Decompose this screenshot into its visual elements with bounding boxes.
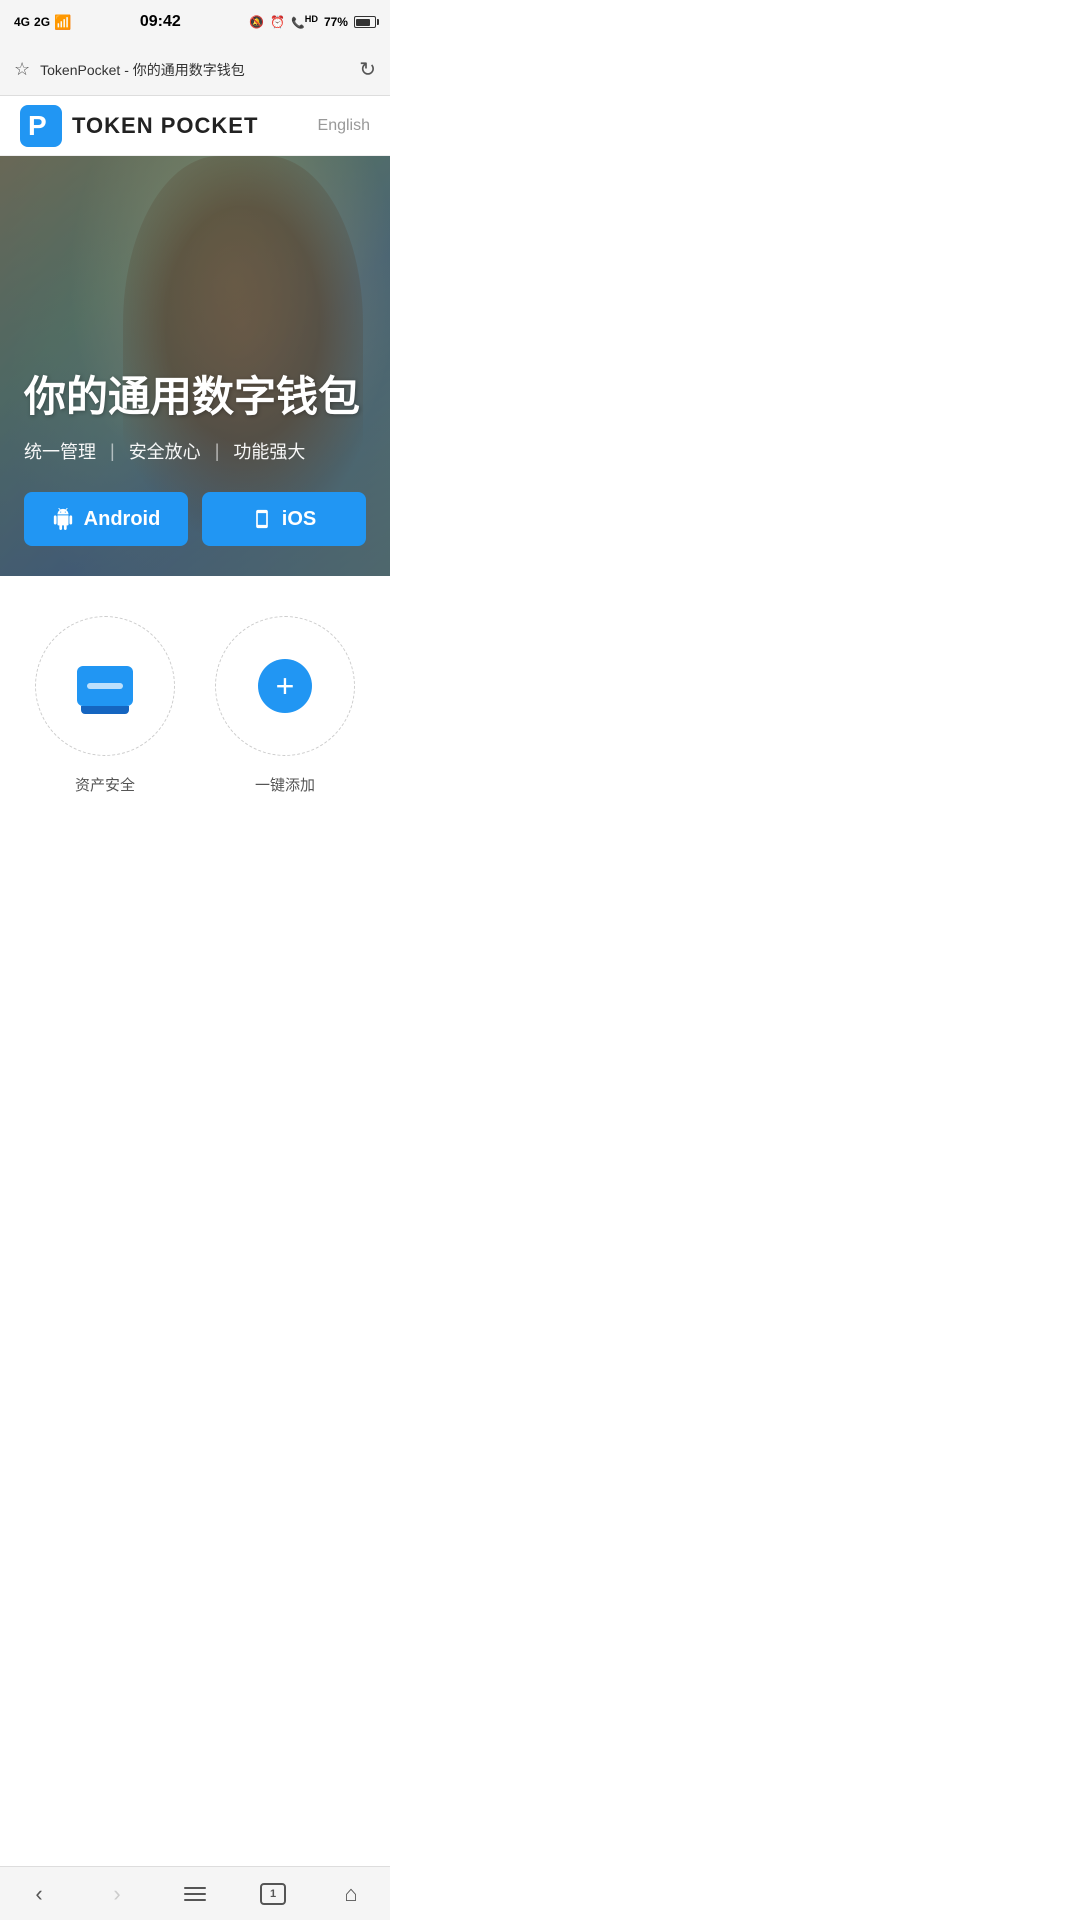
status-right: 🔕 ⏰ 📞HD 77% [249, 14, 376, 30]
logo-text: TOKEN POCKET [72, 113, 258, 139]
browser-bar: ☆ TokenPocket - 你的通用数字钱包 ↻ [0, 44, 390, 96]
tabs-button[interactable]: 1 [248, 1874, 298, 1914]
subtitle-3: 功能强大 [233, 438, 305, 464]
hero-title: 你的通用数字钱包 [24, 372, 366, 422]
signal-4g: 4G [14, 15, 30, 29]
android-icon [52, 508, 74, 530]
refresh-icon[interactable]: ↻ [359, 57, 376, 82]
bell-icon: 🔕 [249, 15, 264, 29]
hero-section: 你的通用数字钱包 统一管理 | 安全放心 | 功能强大 Android iOS [0, 156, 390, 576]
ios-download-button[interactable]: iOS [202, 492, 366, 546]
feature-card-add: + 一键添加 [205, 616, 365, 795]
subtitle-divider-2: | [215, 441, 220, 462]
ios-icon [252, 508, 272, 530]
language-toggle[interactable]: English [318, 117, 370, 135]
home-icon: ⌂ [344, 1881, 357, 1907]
ios-btn-label: iOS [282, 508, 316, 531]
subtitle-divider-1: | [110, 441, 115, 462]
forward-icon: › [113, 1881, 120, 1907]
alarm-icon: ⏰ [270, 15, 285, 29]
call-icon: 📞HD [291, 14, 318, 30]
logo-icon: P [20, 105, 62, 147]
svg-text:P: P [28, 110, 47, 141]
feature-circle-wallet [35, 616, 175, 756]
wallet-icon [77, 666, 133, 706]
logo-container: P TOKEN POCKET [20, 105, 258, 147]
wallet-stripe [87, 683, 123, 689]
browser-url[interactable]: TokenPocket - 你的通用数字钱包 [40, 60, 349, 80]
hero-subtitle: 统一管理 | 安全放心 | 功能强大 [24, 438, 366, 464]
wifi-icon: 📶 [54, 14, 71, 31]
features-section: 资产安全 + 一键添加 [0, 576, 390, 815]
status-left: 4G 2G 📶 [14, 14, 71, 31]
subtitle-1: 统一管理 [24, 438, 96, 464]
bookmark-icon[interactable]: ☆ [14, 59, 30, 80]
battery-percent: 77% [324, 15, 348, 29]
plus-icon: + [258, 659, 312, 713]
tabs-count-icon: 1 [260, 1883, 286, 1905]
forward-button[interactable]: › [92, 1874, 142, 1914]
subtitle-2: 安全放心 [129, 438, 201, 464]
features-grid: 资产安全 + 一键添加 [20, 616, 370, 795]
feature-card-wallet: 资产安全 [25, 616, 185, 795]
back-button[interactable]: ‹ [14, 1874, 64, 1914]
menu-button[interactable] [170, 1874, 220, 1914]
signal-2g: 2G [34, 15, 50, 29]
back-icon: ‹ [35, 1881, 42, 1907]
home-button[interactable]: ⌂ [326, 1874, 376, 1914]
status-time: 09:42 [140, 13, 181, 31]
battery-icon [354, 16, 376, 28]
status-bar: 4G 2G 📶 09:42 🔕 ⏰ 📞HD 77% [0, 0, 390, 44]
feature-circle-add: + [215, 616, 355, 756]
feature-label-add: 一键添加 [255, 774, 315, 795]
android-btn-label: Android [84, 508, 161, 531]
android-download-button[interactable]: Android [24, 492, 188, 546]
navbar: P TOKEN POCKET English [0, 96, 390, 156]
feature-label-wallet: 资产安全 [75, 774, 135, 795]
bottom-nav: ‹ › 1 ⌂ [0, 1866, 390, 1920]
hero-buttons: Android iOS [24, 492, 366, 546]
menu-icon [184, 1887, 206, 1901]
tabs-count: 1 [270, 1888, 276, 1900]
